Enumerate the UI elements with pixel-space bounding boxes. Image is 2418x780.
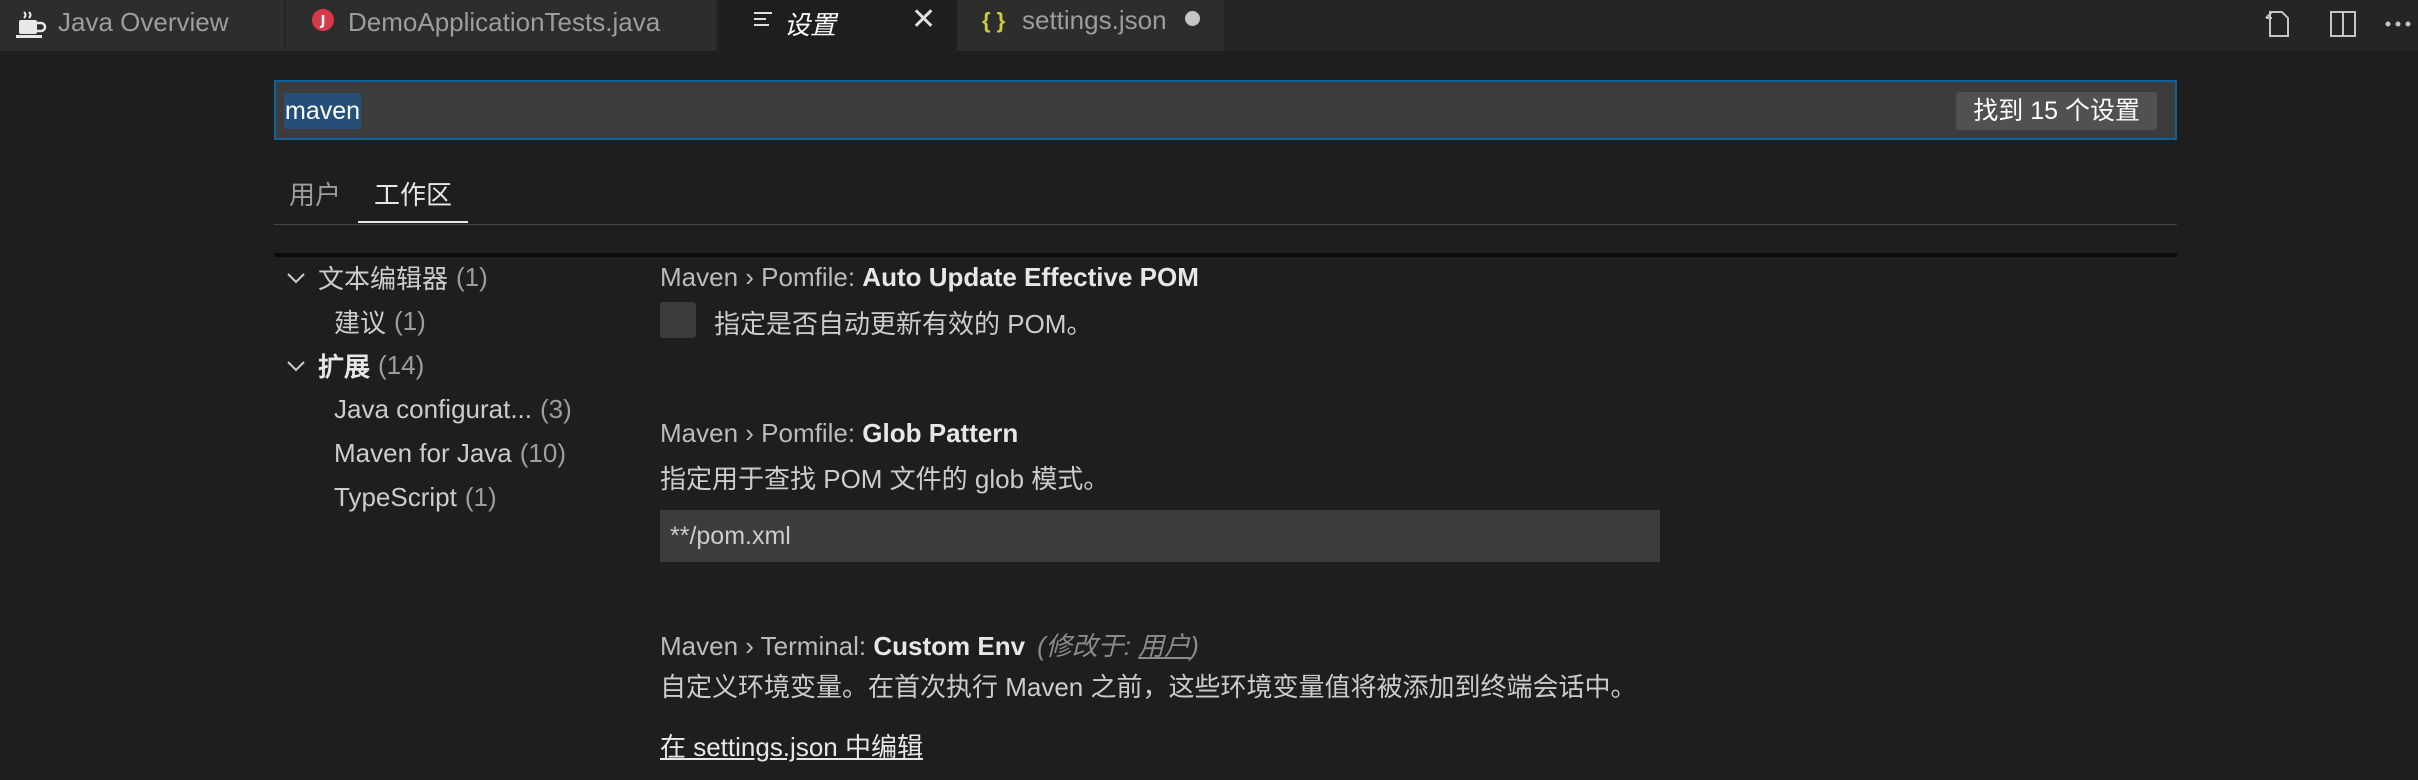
chevron-down-icon[interactable] — [284, 266, 308, 290]
toc-item-suggestions[interactable]: 建议 (1) — [334, 304, 426, 338]
tab-label: Java Overview — [58, 7, 229, 37]
setting-title: Maven › Pomfile: Auto Update Effective P… — [660, 262, 1199, 293]
setting-category: Maven › Pomfile: — [660, 262, 863, 292]
modified-in-indicator: (修改于: 用户) — [1037, 631, 1199, 661]
tab-user-scope[interactable]: 用户 — [289, 175, 341, 212]
setting-description: 自定义环境变量。在首次执行 Maven 之前，这些环境变量值将被添加到终端会话中… — [660, 672, 1637, 702]
tab-demo-application-tests[interactable]: J DemoApplicationTests.java — [286, 0, 716, 51]
toc-item-label: 建议 — [334, 307, 387, 338]
toc-item-label: TypeScript — [334, 481, 457, 512]
json-braces-icon: { } — [982, 8, 1006, 33]
toc-item-label: 扩展 — [318, 351, 371, 382]
toc-item-maven-for-java[interactable]: Maven for Java (10) — [334, 436, 566, 470]
modified-in-user-link[interactable]: 用户 — [1138, 631, 1190, 661]
tab-label: DemoApplicationTests.java — [348, 7, 661, 37]
toc-item-count: (10) — [519, 437, 566, 468]
toc-item-count: (1) — [456, 261, 488, 292]
toc-item-java-configuration[interactable]: Java configurat... (3) — [334, 392, 572, 426]
open-settings-json-icon[interactable] — [2258, 4, 2298, 44]
toc-item-count: (3) — [540, 393, 572, 424]
tab-label: settings.json — [1022, 5, 1167, 35]
auto-update-pom-checkbox[interactable] — [660, 302, 696, 338]
setting-description: 指定是否自动更新有效的 POM。 — [714, 309, 1093, 339]
setting-key: Custom Env — [873, 631, 1026, 661]
toc-item-label: Maven for Java — [334, 437, 512, 468]
split-editor-icon[interactable] — [2323, 4, 2363, 44]
unsaved-dot-icon[interactable] — [1185, 11, 1200, 26]
tab-settings[interactable]: 设置 ✕ — [718, 0, 956, 51]
more-actions-icon[interactable] — [2382, 4, 2418, 44]
search-result-count-badge: 找到 15 个设置 — [1956, 92, 2157, 130]
setting-title: Maven › Pomfile: Glob Pattern — [660, 418, 1018, 449]
svg-text:J: J — [320, 14, 326, 29]
setting-key: Glob Pattern — [862, 418, 1019, 448]
modified-suffix: ) — [1190, 631, 1199, 661]
settings-lines-icon — [752, 8, 774, 30]
tab-java-overview[interactable]: Java Overview — [0, 0, 284, 51]
close-icon[interactable]: ✕ — [911, 2, 936, 37]
active-tab-indicator — [358, 221, 468, 223]
glob-pattern-input[interactable]: **/pom.xml — [660, 510, 1660, 562]
toc-item-count: (1) — [464, 481, 497, 512]
scope-divider — [274, 224, 2177, 225]
setting-title: Maven › Terminal: Custom Env (修改于: 用户) — [660, 626, 1199, 663]
setting-description: 指定用于查找 POM 文件的 glob 模式。 — [660, 464, 1110, 494]
tab-workspace-scope[interactable]: 工作区 — [374, 175, 452, 212]
chevron-down-icon[interactable] — [284, 354, 308, 378]
toc-item-typescript[interactable]: TypeScript (1) — [334, 480, 497, 514]
settings-header-shadow — [274, 253, 2177, 257]
java-cup-icon — [14, 10, 48, 40]
java-file-icon: J — [311, 8, 335, 32]
toc-item-text-editor[interactable]: 文本编辑器 (1) — [318, 260, 488, 294]
modified-prefix: (修改于: — [1037, 631, 1139, 661]
edit-in-settings-json-link[interactable]: 在 settings.json 中编辑 — [660, 727, 923, 764]
search-value[interactable]: maven — [284, 93, 362, 129]
toc-item-count: (14) — [378, 349, 425, 380]
toc-item-label: Java configurat... — [334, 393, 532, 424]
setting-category: Maven › Terminal: — [660, 631, 874, 661]
setting-key: Auto Update Effective POM — [862, 262, 1199, 292]
toc-item-extensions[interactable]: 扩展 (14) — [318, 348, 424, 382]
tab-settings-json[interactable]: { } settings.json — [958, 0, 1224, 51]
setting-category: Maven › Pomfile: — [660, 418, 863, 448]
toc-item-count: (1) — [394, 305, 426, 336]
toc-item-label: 文本编辑器 — [318, 263, 449, 294]
settings-search-input[interactable]: maven 找到 15 个设置 — [274, 80, 2177, 140]
editor-tab-bar: Java Overview J DemoApplicationTests.jav… — [0, 0, 2418, 51]
tab-label: 设置 — [784, 10, 837, 40]
